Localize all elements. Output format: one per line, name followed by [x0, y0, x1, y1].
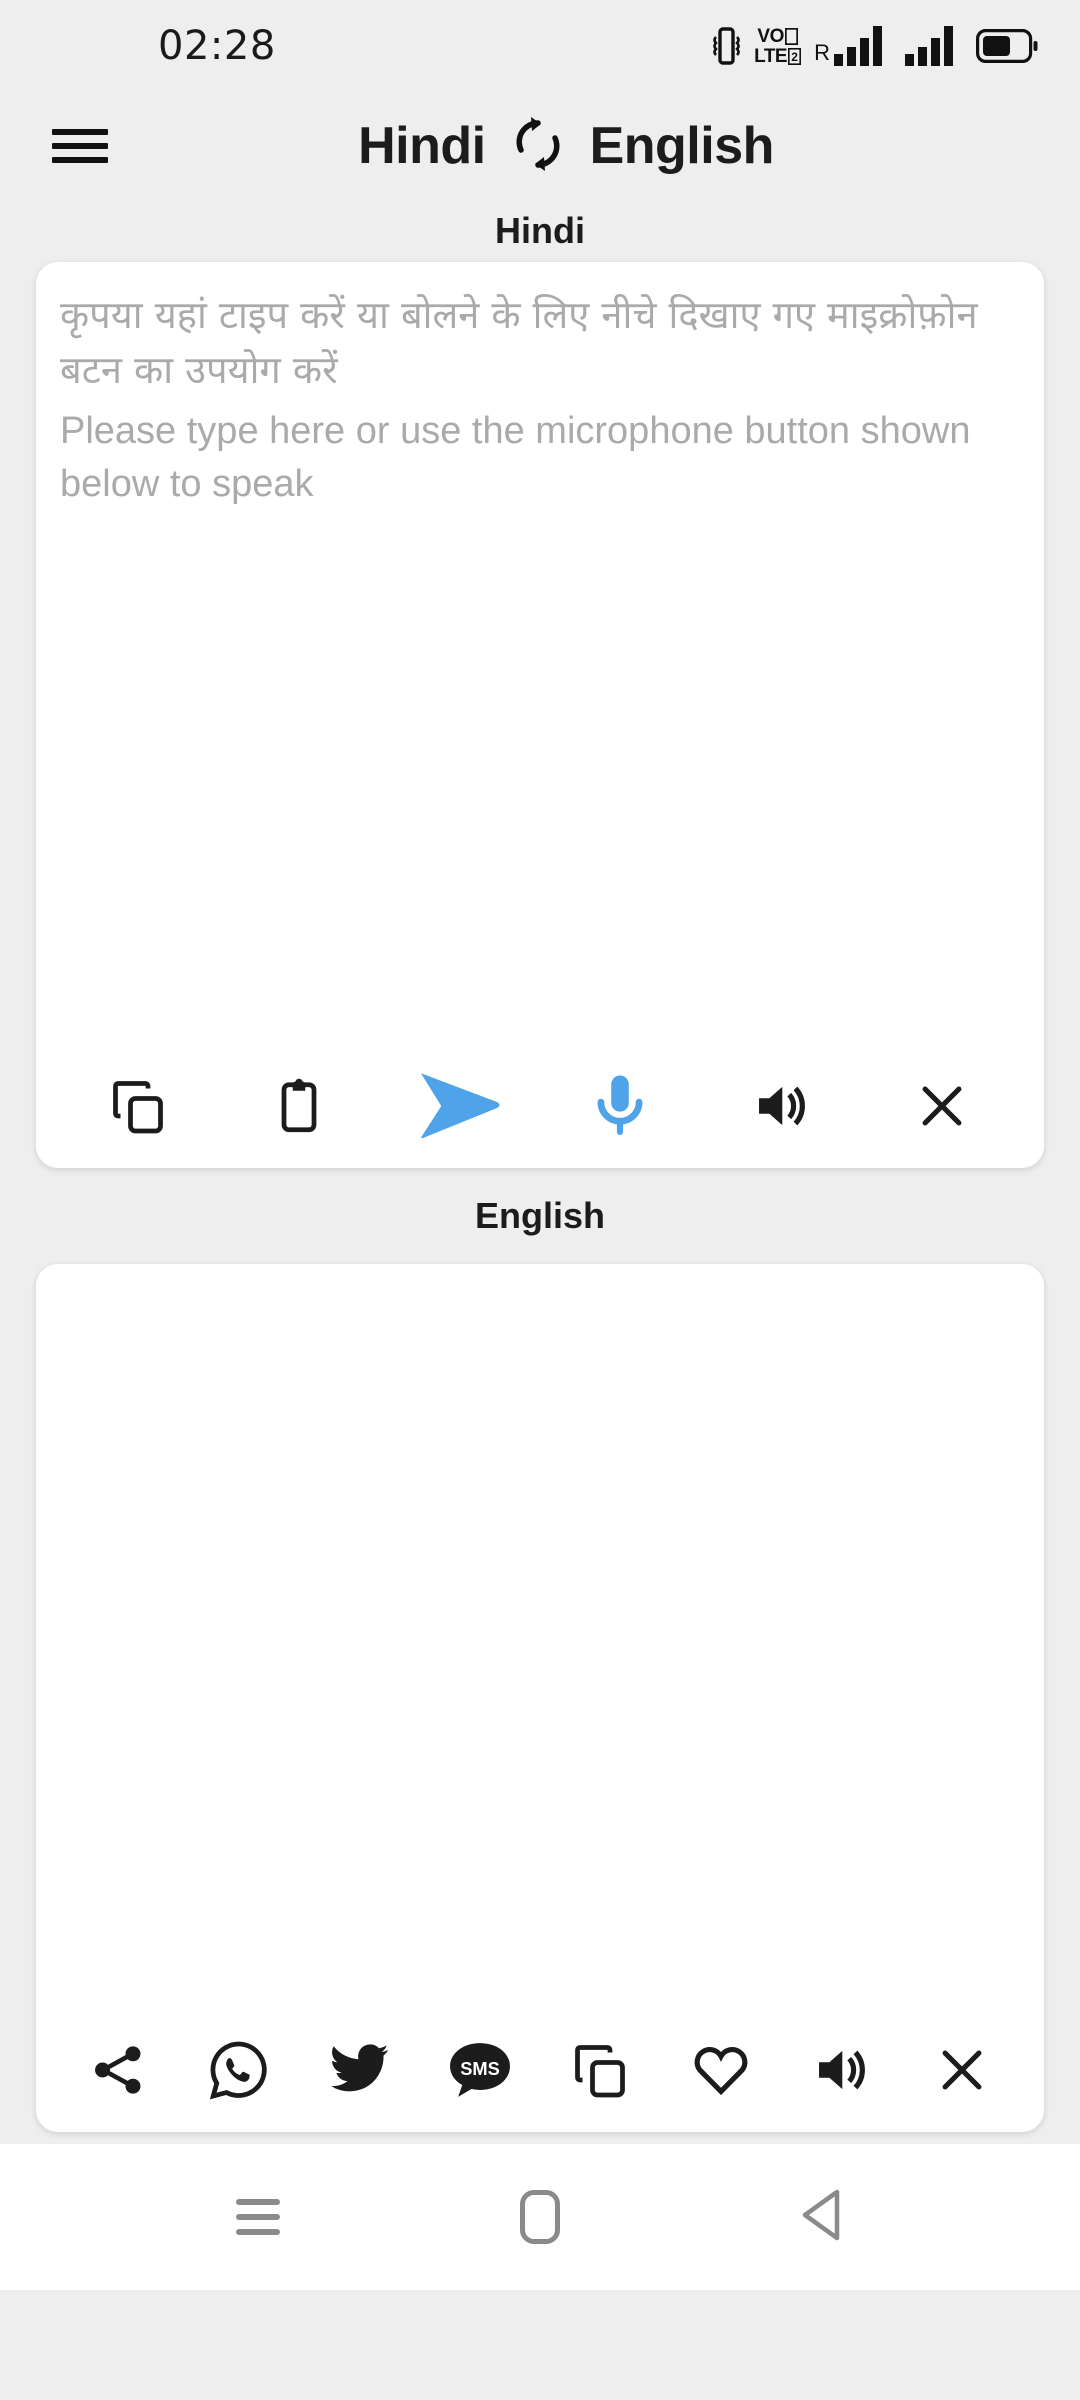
translate-send-button[interactable] — [414, 1060, 506, 1152]
signal-icon — [905, 26, 963, 66]
twitter-button[interactable] — [313, 2024, 405, 2116]
sms-icon: SMS — [447, 2039, 513, 2101]
status-icons: VO LTE 2 R — [711, 25, 1038, 67]
clipboard-paste-icon — [269, 1076, 329, 1136]
heart-icon — [690, 2039, 752, 2101]
home-button[interactable] — [485, 2162, 595, 2272]
microphone-icon — [589, 1072, 651, 1140]
clear-button[interactable] — [916, 2024, 1008, 2116]
microphone-button[interactable] — [574, 1060, 666, 1152]
vibrate-icon — [711, 25, 741, 67]
target-language-button[interactable]: English — [590, 116, 775, 176]
swap-languages-icon[interactable] — [512, 115, 564, 178]
hamburger-menu-icon[interactable] — [52, 124, 108, 168]
language-pair: Hindi English — [108, 115, 1024, 178]
svg-text:2: 2 — [791, 50, 798, 64]
home-icon — [520, 2190, 560, 2244]
target-toolbar: SMS — [36, 2008, 1044, 2132]
speak-button[interactable] — [795, 2024, 887, 2116]
status-clock: 02:28 — [158, 23, 276, 69]
back-button[interactable] — [767, 2162, 877, 2272]
whatsapp-button[interactable] — [193, 2024, 285, 2116]
target-panel-card: SMS — [36, 1264, 1044, 2132]
bottom-spacer — [0, 2132, 1080, 2144]
recents-button[interactable] — [203, 2162, 313, 2272]
source-language-button[interactable]: Hindi — [358, 116, 486, 176]
recents-icon — [236, 2199, 280, 2235]
hamburger-line — [52, 129, 108, 135]
paste-button[interactable] — [253, 1060, 345, 1152]
recents-line — [236, 2199, 280, 2205]
volte-icon: VO LTE 2 — [754, 27, 802, 66]
close-icon — [913, 1077, 971, 1135]
app-bar: Hindi English — [0, 92, 1080, 200]
source-panel-card: कृपया यहां टाइप करें या बोलने के लिए नीच… — [36, 262, 1044, 1168]
copy-button[interactable] — [554, 2024, 646, 2116]
copy-icon — [108, 1076, 168, 1136]
signal-roaming-icon: R — [814, 26, 892, 66]
source-text-input[interactable]: कृपया यहां टाइप करें या बोलने के लिए नीच… — [36, 262, 1044, 1044]
back-icon — [797, 2187, 847, 2248]
speak-button[interactable] — [735, 1060, 827, 1152]
source-panel-label: Hindi — [495, 210, 585, 251]
sms-button[interactable]: SMS — [434, 2024, 526, 2116]
hamburger-line — [52, 157, 108, 163]
twitter-icon — [327, 2038, 391, 2102]
target-text-output[interactable] — [36, 1264, 1044, 2008]
whatsapp-icon — [209, 2040, 269, 2100]
source-placeholder-english: Please type here or use the microphone b… — [60, 410, 971, 505]
speaker-icon — [810, 2039, 872, 2101]
phone-screen: 02:28 VO LTE 2 R Hindi English Hindi कृप… — [0, 0, 1080, 2400]
hamburger-line — [52, 143, 108, 149]
recents-line — [236, 2214, 280, 2220]
copy-icon — [570, 2040, 630, 2100]
clear-button[interactable] — [896, 1060, 988, 1152]
source-toolbar — [36, 1044, 1044, 1168]
speaker-icon — [750, 1075, 812, 1137]
favorite-button[interactable] — [675, 2024, 767, 2116]
recents-line — [236, 2229, 280, 2235]
share-icon — [89, 2041, 147, 2099]
battery-icon — [976, 29, 1038, 63]
send-arrow-icon — [418, 1071, 502, 1141]
android-nav-bar — [0, 2144, 1080, 2290]
source-placeholder-native: कृपया यहां टाइप करें या बोलने के लिए नीच… — [60, 293, 978, 392]
copy-button[interactable] — [92, 1060, 184, 1152]
svg-text:SMS: SMS — [460, 2058, 500, 2079]
status-bar: 02:28 VO LTE 2 R — [0, 0, 1080, 92]
share-button[interactable] — [72, 2024, 164, 2116]
close-icon — [933, 2041, 991, 2099]
target-panel-label: English — [474, 1195, 605, 1236]
